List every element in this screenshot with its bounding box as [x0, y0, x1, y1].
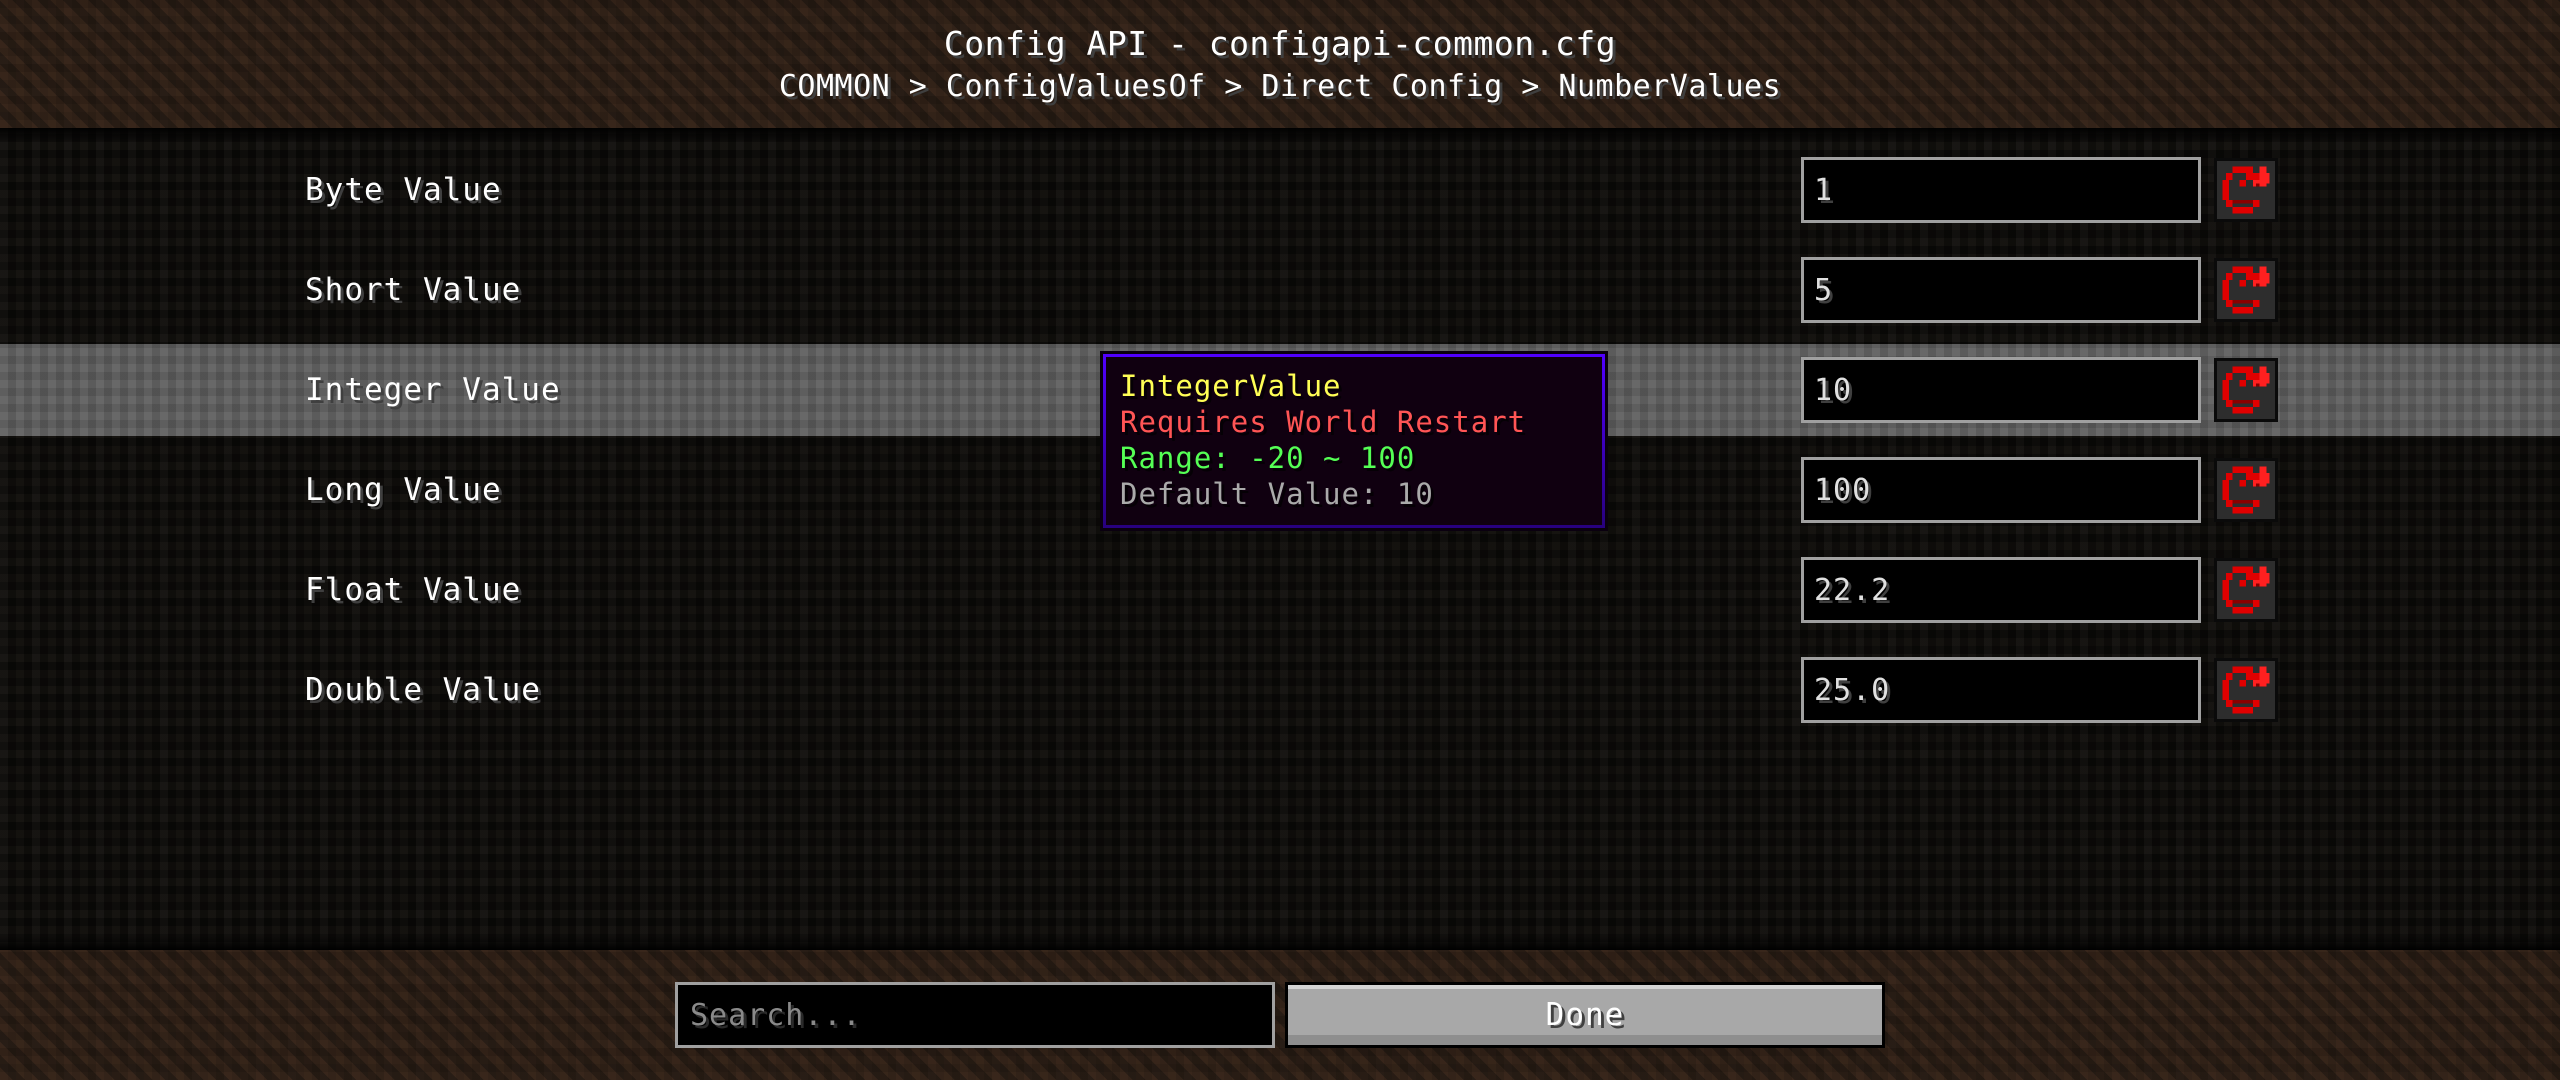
- config-row-label: Byte Value: [305, 172, 502, 208]
- config-row-label: Long Value: [305, 472, 502, 508]
- footer-bar: Done: [0, 950, 2560, 1080]
- config-list-inner: Byte Value Short Value: [0, 128, 2560, 950]
- config-tooltip: IntegerValue Requires World Restart Rang…: [1103, 354, 1605, 528]
- reset-value-button[interactable]: [2214, 558, 2278, 622]
- config-row[interactable]: Short Value: [0, 240, 2560, 340]
- reset-arrow-icon: [2222, 466, 2270, 514]
- config-row[interactable]: Float Value: [0, 540, 2560, 640]
- reset-arrow-icon: [2222, 666, 2270, 714]
- page-title: Config API - configapi-common.cfg: [943, 24, 1617, 63]
- reset-value-button[interactable]: [2214, 458, 2278, 522]
- config-value-input[interactable]: [1801, 557, 2201, 623]
- config-row-label: Integer Value: [305, 372, 561, 408]
- reset-arrow-icon: [2222, 566, 2270, 614]
- reset-value-button[interactable]: [2214, 358, 2278, 422]
- header-content: Config API - configapi-common.cfg COMMON…: [0, 0, 2560, 128]
- search-input[interactable]: [675, 982, 1275, 1048]
- reset-arrow-icon: [2222, 366, 2270, 414]
- config-row[interactable]: Double Value: [0, 640, 2560, 740]
- done-button[interactable]: Done: [1285, 982, 1885, 1048]
- config-list[interactable]: Byte Value Short Value: [0, 128, 2560, 950]
- reset-arrow-icon: [2222, 166, 2270, 214]
- config-row-label: Short Value: [305, 272, 522, 308]
- tooltip-default-value: Default Value: 10: [1120, 477, 1434, 511]
- config-row-controls: [1801, 540, 2560, 640]
- config-value-input[interactable]: [1801, 157, 2201, 223]
- config-value-input[interactable]: [1801, 257, 2201, 323]
- breadcrumb: COMMON > ConfigValuesOf > Direct Config …: [778, 69, 1782, 104]
- config-row-controls: [1801, 440, 2560, 540]
- config-row-controls: [1801, 640, 2560, 740]
- tooltip-entry-name: IntegerValue: [1120, 369, 1342, 403]
- config-row-label: Float Value: [305, 572, 522, 608]
- tooltip-range: Range: -20 ~ 100: [1120, 441, 1416, 475]
- config-screen: Byte Value Short Value: [0, 0, 2560, 1080]
- reset-value-button[interactable]: [2214, 158, 2278, 222]
- config-row-controls: [1801, 240, 2560, 340]
- reset-arrow-icon: [2222, 266, 2270, 314]
- header-bar: Config API - configapi-common.cfg COMMON…: [0, 0, 2560, 128]
- config-row-label: Double Value: [305, 672, 541, 708]
- footer-content: Done: [0, 950, 2560, 1080]
- tooltip-restart-warning: Requires World Restart: [1120, 405, 1527, 439]
- reset-value-button[interactable]: [2214, 258, 2278, 322]
- config-row-controls: [1801, 340, 2560, 440]
- config-value-input[interactable]: [1801, 357, 2201, 423]
- config-row-controls: [1801, 140, 2560, 240]
- config-value-input[interactable]: [1801, 657, 2201, 723]
- reset-value-button[interactable]: [2214, 658, 2278, 722]
- config-row[interactable]: Byte Value: [0, 140, 2560, 240]
- config-value-input[interactable]: [1801, 457, 2201, 523]
